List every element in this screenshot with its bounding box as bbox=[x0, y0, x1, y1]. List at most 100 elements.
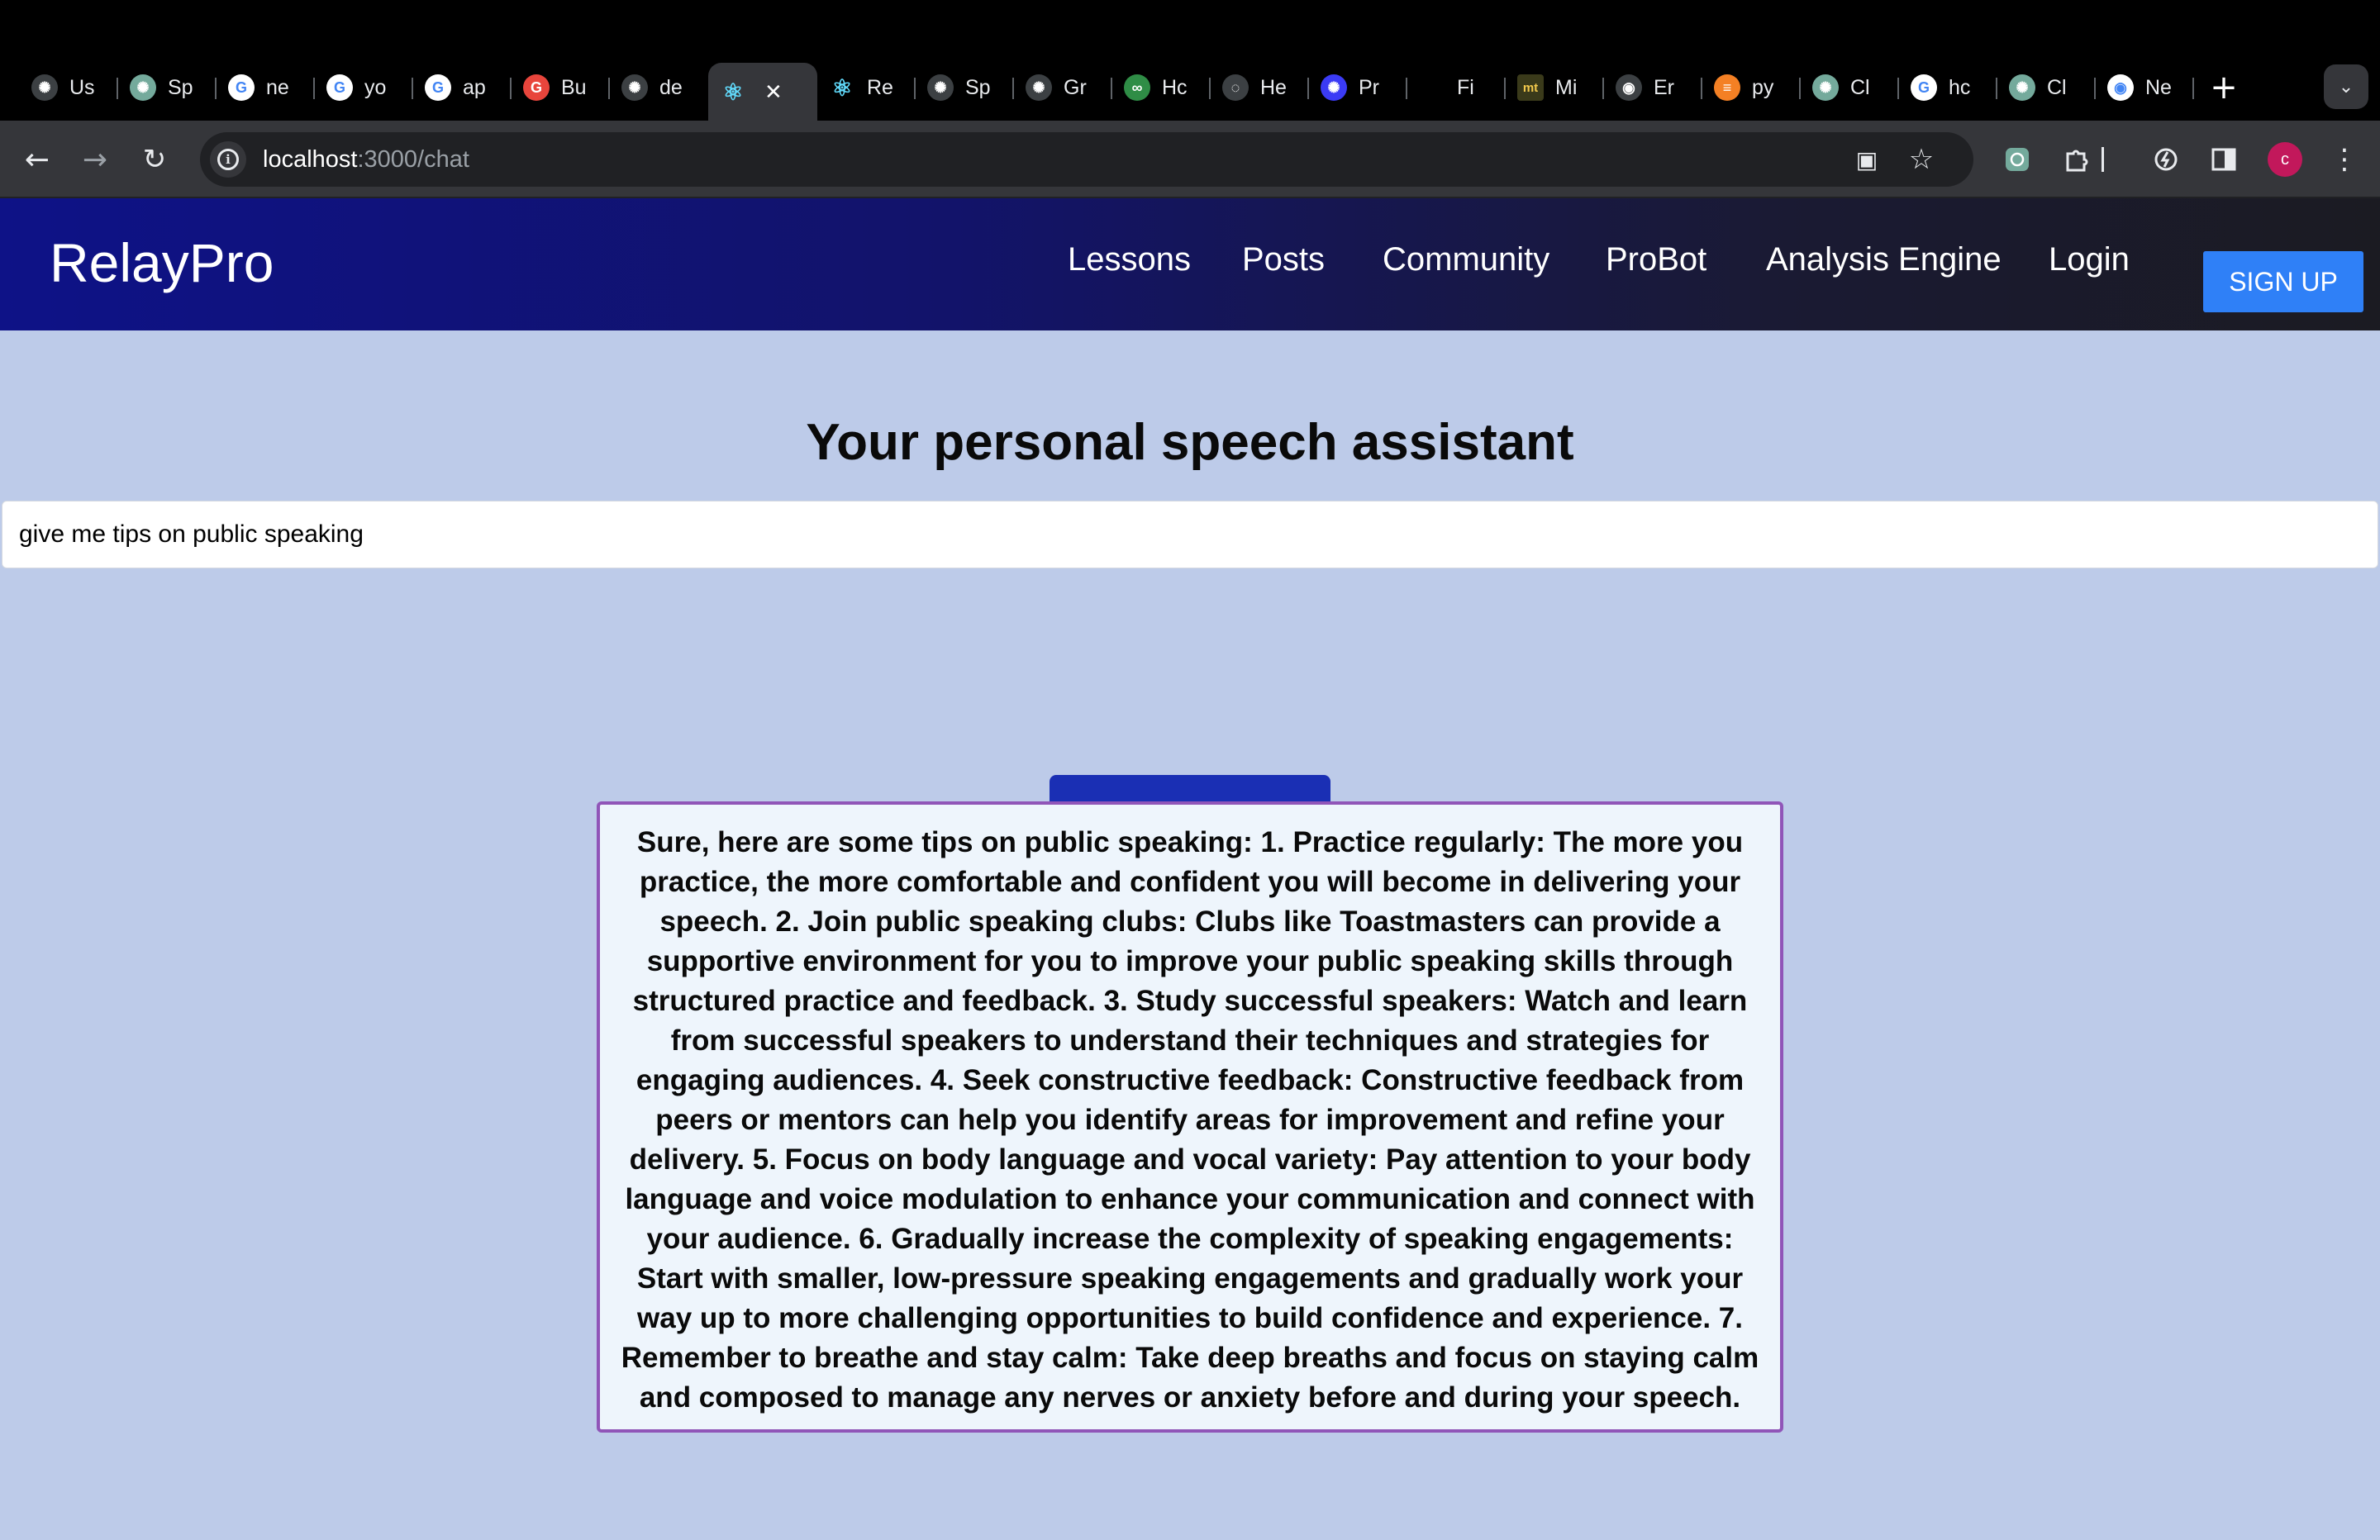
browser-tab-title: yo bbox=[364, 75, 387, 99]
browser-tab-title: py bbox=[1752, 75, 1774, 99]
blank-icon bbox=[1419, 74, 1445, 101]
nav-link-lessons[interactable]: Lessons bbox=[1068, 241, 1191, 278]
google-icon: G bbox=[425, 74, 451, 101]
nav-link-posts[interactable]: Posts bbox=[1242, 241, 1325, 278]
browser-tab-title: Re bbox=[867, 75, 893, 99]
browser-tab[interactable]: ✺ Cl bbox=[1997, 63, 2096, 112]
chatgpt-icon: ✺ bbox=[2009, 74, 2035, 101]
app-navbar: RelayPro Lessons Posts Community ProBot … bbox=[0, 198, 2380, 330]
toolbar-divider bbox=[2099, 139, 2106, 180]
browser-tab[interactable]: ✺ Gr bbox=[1014, 63, 1112, 112]
nav-link-community[interactable]: Community bbox=[1383, 241, 1549, 278]
close-tab-icon[interactable]: ✕ bbox=[764, 79, 783, 105]
address-bar[interactable]: i localhost:3000/chat ▣ ☆ bbox=[200, 132, 1973, 187]
side-panel-icon[interactable] bbox=[2203, 139, 2244, 180]
react-icon: ⚛ bbox=[831, 74, 853, 101]
signup-button[interactable]: SIGN UP bbox=[2203, 251, 2363, 312]
browser-tab-title: ne bbox=[266, 75, 289, 99]
browser-tab-title: hc bbox=[1949, 75, 1971, 99]
browser-tab-title: Er bbox=[1654, 75, 1674, 99]
install-app-icon[interactable]: ▣ bbox=[1849, 142, 1884, 177]
browser-tab[interactable]: ✺ Sp bbox=[118, 63, 217, 112]
browser-tab[interactable]: ≡ py bbox=[1702, 63, 1801, 112]
tab-list: ✺ Us ✺ Sp Gne Gyo Gap G Bu ✺ de ⚛ ✕ ⚛ Re ✺ Sp ✺ Gr ∞ Hc ◌ He ✺ P… bbox=[20, 63, 2249, 121]
extensions-puzzle-icon[interactable] bbox=[2056, 139, 2097, 180]
more-menu-icon[interactable]: ⋮ bbox=[2324, 139, 2365, 180]
g-icon: G bbox=[523, 74, 550, 101]
browser-tab[interactable]: ◉ Ne bbox=[2096, 63, 2194, 112]
browser-tab-title: Mi bbox=[1555, 75, 1578, 99]
forward-arrow-icon[interactable]: → bbox=[74, 139, 116, 180]
mt-icon: mt bbox=[1517, 74, 1544, 101]
page-title: Your personal speech assistant bbox=[806, 414, 1574, 471]
chatgpt-icon: ✺ bbox=[1812, 74, 1839, 101]
browser-tab-title: Sp bbox=[168, 75, 193, 99]
profile-avatar[interactable]: c bbox=[2268, 142, 2302, 177]
bookmark-star-icon[interactable]: ☆ bbox=[1904, 142, 1939, 177]
browser-tab-title: Cl bbox=[2047, 75, 2067, 99]
browser-tab[interactable]: ✺ Pr bbox=[1309, 63, 1407, 112]
browser-tab[interactable]: ◌ He bbox=[1211, 63, 1309, 112]
browser-tab-title: Hc bbox=[1162, 75, 1188, 99]
browser-tab[interactable]: Gap bbox=[413, 63, 512, 112]
browser-tab[interactable]: Gyo bbox=[315, 63, 413, 112]
browser-tab-title: Pr bbox=[1359, 75, 1379, 99]
nav-link-analysis-engine[interactable]: Analysis Engine bbox=[1766, 241, 2002, 278]
reload-icon[interactable]: ↻ bbox=[134, 139, 175, 180]
browser-tab-title: Sp bbox=[965, 75, 991, 99]
browser-tab[interactable]: ✺ Us bbox=[20, 63, 118, 112]
globe-icon: ◉ bbox=[1616, 74, 1642, 101]
url-path: :3000/chat bbox=[357, 145, 469, 173]
prompt-input[interactable] bbox=[2, 501, 2378, 568]
url-host: localhost bbox=[263, 145, 358, 173]
response-text: Sure, here are some tips on public speak… bbox=[597, 801, 1783, 1433]
browser-tab[interactable]: ∞ Hc bbox=[1112, 63, 1211, 112]
browser-tab-title: Us bbox=[69, 75, 95, 99]
chrome-icon: ◉ bbox=[2107, 74, 2134, 101]
openai-icon: ✺ bbox=[31, 74, 58, 101]
openai-icon: ✺ bbox=[621, 74, 648, 101]
browser-toolbar: ← → ↻ i localhost:3000/chat ▣ ☆ ⋮ bbox=[0, 121, 2380, 198]
back-arrow-icon[interactable]: ← bbox=[17, 139, 58, 180]
url-text[interactable]: localhost:3000/chat bbox=[263, 146, 469, 173]
new-tab-plus-icon[interactable]: + bbox=[2199, 63, 2249, 112]
browser-tab[interactable]: Fi bbox=[1407, 63, 1506, 112]
browser-tab[interactable]: Gne bbox=[217, 63, 315, 112]
tab-search-chevron-icon[interactable]: ⌄ bbox=[2324, 64, 2368, 109]
performance-icon[interactable] bbox=[2145, 139, 2187, 180]
site-info-icon[interactable]: i bbox=[210, 141, 246, 178]
openai-icon: ✺ bbox=[927, 74, 954, 101]
google-icon: G bbox=[326, 74, 353, 101]
browser-tab[interactable]: Ghc bbox=[1899, 63, 1997, 112]
browser-tab-title: Gr bbox=[1064, 75, 1087, 99]
browser-tab[interactable]: G Bu bbox=[512, 63, 610, 112]
google-icon: G bbox=[1911, 74, 1937, 101]
browser-tab-title: de bbox=[659, 75, 683, 99]
browser-tab[interactable]: ⚛ Re bbox=[817, 63, 916, 112]
browser-tab[interactable]: ◉ Er bbox=[1604, 63, 1702, 112]
react-icon: ⚛ bbox=[722, 78, 744, 105]
nav-link-login[interactable]: Login bbox=[2049, 241, 2130, 278]
nav-link-probot[interactable]: ProBot bbox=[1606, 241, 1706, 278]
browser-tab-title: Bu bbox=[561, 75, 587, 99]
browser-tab[interactable]: ✺ de bbox=[610, 63, 708, 112]
stackoverflow-icon: ≡ bbox=[1714, 74, 1740, 101]
openai-icon: ✺ bbox=[1026, 74, 1052, 101]
browser-tab[interactable]: mt Mi bbox=[1506, 63, 1604, 112]
browser-tab-active[interactable]: ⚛ ✕ bbox=[708, 63, 817, 121]
geeks-icon: ∞ bbox=[1124, 74, 1150, 101]
browser-tab-title: Ne bbox=[2145, 75, 2172, 99]
browser-tab-title: Fi bbox=[1457, 75, 1474, 99]
nav-links: Lessons Posts Community ProBot Analysis … bbox=[0, 241, 2380, 291]
google-icon: G bbox=[228, 74, 255, 101]
browser-tab-title: ap bbox=[463, 75, 486, 99]
browser-tab[interactable]: ✺ Cl bbox=[1801, 63, 1899, 112]
openai-icon: ✺ bbox=[1321, 74, 1347, 101]
browser-tab[interactable]: ✺ Sp bbox=[916, 63, 1014, 112]
chatgpt-icon: ✺ bbox=[130, 74, 156, 101]
browser-tab-strip: ✺ Us ✺ Sp Gne Gyo Gap G Bu ✺ de ⚛ ✕ ⚛ Re ✺ Sp ✺ Gr ∞ Hc ◌ He ✺ P… bbox=[0, 0, 2380, 121]
browser-tab-title: Cl bbox=[1850, 75, 1870, 99]
browser-tab-title: He bbox=[1260, 75, 1287, 99]
chatgpt-extension-icon[interactable] bbox=[1997, 139, 2038, 180]
loading-icon: ◌ bbox=[1222, 74, 1249, 101]
